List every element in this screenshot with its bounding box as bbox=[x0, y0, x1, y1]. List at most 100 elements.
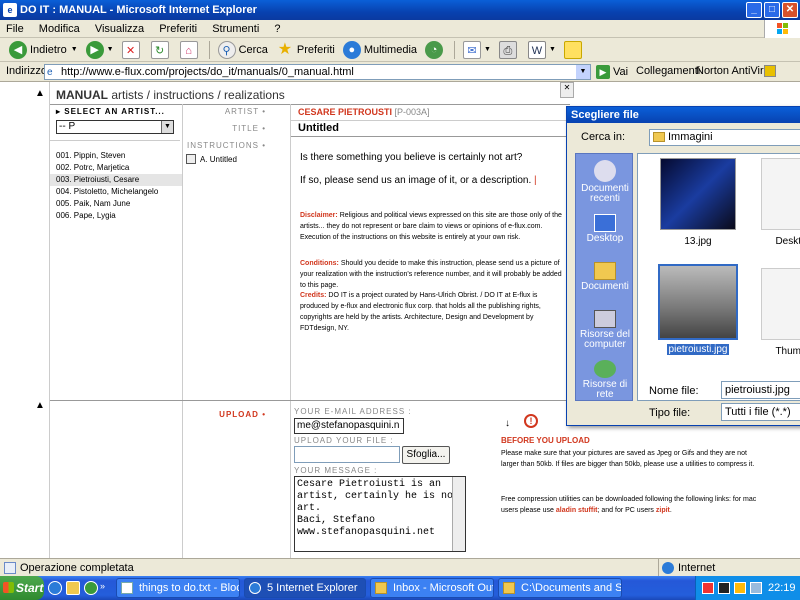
clock[interactable]: 22:19 bbox=[768, 576, 796, 600]
refresh-icon: ↻ bbox=[150, 40, 169, 59]
network-icon bbox=[594, 360, 616, 378]
stuffit-link[interactable]: aladin stuffit bbox=[556, 507, 598, 514]
stop-button[interactable]: ✕ bbox=[119, 39, 146, 61]
address-input[interactable]: e http://www.e-flux.com/projects/do_it/m… bbox=[44, 64, 591, 80]
file-item-pietroiusti[interactable]: pietroiusti.jpg bbox=[658, 264, 738, 355]
task-internet-explorer[interactable]: 5 Internet Explorer bbox=[244, 578, 366, 598]
quicklaunch-ie-icon[interactable] bbox=[48, 581, 62, 595]
forward-dropdown-icon: ▼ bbox=[106, 46, 114, 53]
scroll-up-icon[interactable]: ▲ bbox=[35, 88, 45, 99]
page-icon: e bbox=[47, 67, 53, 78]
multimedia-button[interactable]: ● Multimedia bbox=[340, 39, 420, 61]
artist-item-pape[interactable]: 006. Pape, Lygia bbox=[50, 210, 182, 222]
place-desktop[interactable]: Desktop bbox=[576, 214, 634, 244]
quicklaunch-app-icon[interactable] bbox=[84, 581, 98, 595]
home-button[interactable]: ⌂ bbox=[177, 39, 204, 61]
email-input[interactable]: me@stefanopasquini.n bbox=[294, 418, 404, 434]
back-button[interactable]: ◀ Indietro ▼ bbox=[6, 39, 81, 61]
minimize-button[interactable]: _ bbox=[746, 2, 762, 18]
artist-item-pistoletto[interactable]: 004. Pistoletto, Michelangelo bbox=[50, 186, 182, 198]
search-icon: ⚲ bbox=[217, 40, 236, 59]
menu-visualizza[interactable]: Visualizza bbox=[89, 20, 150, 38]
menu-strumenti[interactable]: Strumenti bbox=[206, 20, 265, 38]
tray-icon-2[interactable] bbox=[718, 582, 730, 594]
menu-preferiti[interactable]: Preferiti bbox=[153, 20, 203, 38]
lookin-select[interactable]: Immagini bbox=[649, 129, 800, 146]
links-button[interactable]: Collegamenti bbox=[636, 65, 700, 77]
volume-icon[interactable] bbox=[750, 582, 762, 594]
toolbar: ◀ Indietro ▼ ▶ ▼ ✕ ↻ ⌂ ⚲ Cerca ★ Preferiti ● M… bbox=[0, 38, 800, 62]
print-button[interactable]: ⎙ bbox=[496, 39, 523, 61]
filename-input[interactable]: pietroiusti.jpg bbox=[721, 381, 800, 399]
folder-icon-taskbar bbox=[503, 582, 515, 594]
file-item-thumbs[interactable]: Thumb bbox=[756, 268, 800, 357]
filetype-select[interactable]: Tutti i file (*.*) bbox=[721, 403, 800, 421]
person-icon bbox=[186, 154, 196, 164]
message-scrollbar[interactable] bbox=[452, 477, 465, 551]
go-button[interactable]: ▶ Vai bbox=[596, 64, 628, 80]
file-open-dialog: Scegliere file Cerca in: Immagini Docume… bbox=[566, 106, 800, 426]
file-item-13jpg[interactable]: 13.jpg bbox=[658, 158, 738, 247]
select-dropdown-icon: ▼ bbox=[161, 121, 173, 133]
sticky-note-icon bbox=[563, 40, 582, 59]
history-icon: ◔ bbox=[425, 40, 444, 59]
close-button[interactable]: ✕ bbox=[782, 2, 798, 18]
tray-icon-3[interactable] bbox=[734, 582, 746, 594]
internet-zone-icon bbox=[662, 562, 674, 574]
message-label: YOUR MESSAGE : bbox=[294, 466, 378, 475]
address-dropdown-icon[interactable]: ▼ bbox=[576, 65, 590, 79]
menu-bar: File Modifica Visualizza Preferiti Strum… bbox=[0, 20, 800, 38]
file-item-desktop[interactable]: Deskto bbox=[756, 158, 800, 247]
status-text: Operazione completata bbox=[20, 562, 134, 574]
place-computer[interactable]: Risorse del computer bbox=[576, 310, 634, 350]
place-documents[interactable]: Documenti bbox=[576, 262, 634, 292]
place-recent[interactable]: Documenti recenti bbox=[576, 160, 634, 204]
artist-item-paik[interactable]: 005. Paik, Nam June bbox=[50, 198, 182, 210]
conditions: Conditions: Should you decide to make th… bbox=[300, 260, 562, 289]
home-icon: ⌂ bbox=[179, 40, 198, 59]
page-status-icon bbox=[4, 562, 16, 574]
start-button[interactable]: Start bbox=[0, 576, 44, 600]
title-field-label: TITLE • bbox=[232, 124, 266, 133]
window-title-bar[interactable]: e DO IT : MANUAL - Microsoft Internet Ex… bbox=[0, 0, 800, 20]
dialog-title[interactable]: Scegliere file bbox=[567, 107, 800, 123]
tray-app-icon[interactable] bbox=[702, 582, 714, 594]
instructions-field-label: INSTRUCTIONS • bbox=[186, 141, 266, 150]
taskbar: Start » things to do.txt - Blocco ... 5 … bbox=[0, 576, 800, 600]
refresh-button[interactable]: ↻ bbox=[148, 39, 175, 61]
left-rail: ▲ ▲ bbox=[0, 82, 50, 558]
task-explorer[interactable]: C:\Documents and Settin... bbox=[498, 578, 622, 598]
browse-button[interactable]: Sfoglia... bbox=[402, 446, 450, 464]
menu-file[interactable]: File bbox=[0, 20, 30, 38]
task-notepad[interactable]: things to do.txt - Blocco ... bbox=[116, 578, 240, 598]
file-list: 13.jpg Deskto pietroiusti.jpg Thumb bbox=[637, 153, 800, 401]
artwork-title: Untitled bbox=[298, 122, 339, 134]
mail-button[interactable]: ✉ ▼ bbox=[460, 39, 494, 61]
scroll-up-icon-2[interactable]: ▲ bbox=[35, 400, 45, 411]
file-path-input[interactable] bbox=[294, 446, 400, 463]
artist-item-pietroiusti[interactable]: 003. Pietroiusti, Cesare bbox=[50, 174, 182, 186]
artist-item-pippin[interactable]: 001. Pippin, Steven bbox=[50, 150, 182, 162]
message-textarea[interactable]: Cesare Pietroiusti is an artist, certain… bbox=[294, 476, 466, 552]
place-network[interactable]: Risorse di rete bbox=[576, 360, 634, 400]
edit-button[interactable]: W ▼ bbox=[525, 39, 559, 61]
forward-button[interactable]: ▶ ▼ bbox=[83, 39, 117, 61]
quicklaunch-outlook-icon[interactable] bbox=[66, 581, 80, 595]
artist-select[interactable]: -- P ▼ bbox=[56, 120, 174, 134]
quicklaunch-more-icon[interactable]: » bbox=[100, 581, 105, 591]
warning-icon: ! bbox=[524, 414, 538, 428]
word-icon: W bbox=[527, 40, 546, 59]
history-button[interactable]: ◔ bbox=[422, 39, 449, 61]
instruction-item[interactable]: A. Untitled bbox=[186, 154, 237, 164]
notes-button[interactable] bbox=[561, 39, 588, 61]
task-outlook[interactable]: Inbox - Microsoft Outlook bbox=[370, 578, 494, 598]
maximize-button[interactable]: □ bbox=[764, 2, 780, 18]
menu-help[interactable]: ? bbox=[268, 20, 286, 38]
close-panel-icon[interactable]: ✕ bbox=[560, 82, 574, 98]
menu-modifica[interactable]: Modifica bbox=[33, 20, 86, 38]
stop-icon: ✕ bbox=[121, 40, 140, 59]
favorites-button[interactable]: ★ Preferiti bbox=[273, 39, 338, 61]
search-button[interactable]: ⚲ Cerca bbox=[215, 39, 271, 61]
artist-item-potrc[interactable]: 002. Potrc, Marjetica bbox=[50, 162, 182, 174]
zipit-link[interactable]: zipit bbox=[656, 507, 670, 514]
